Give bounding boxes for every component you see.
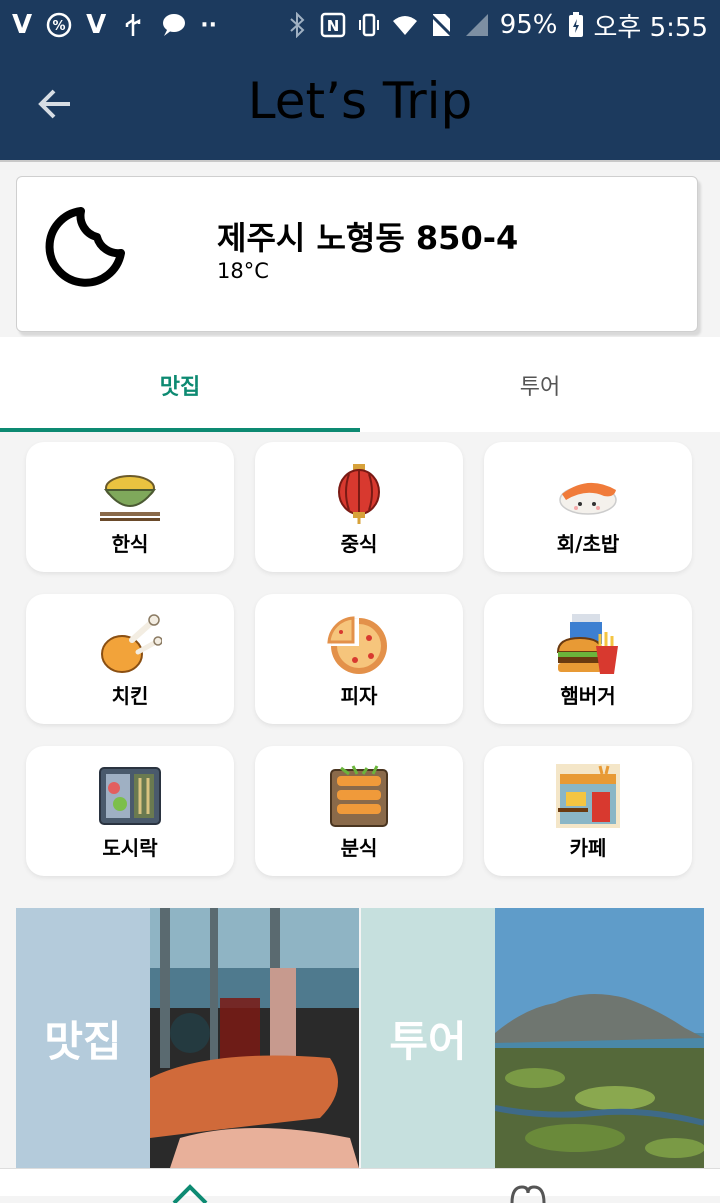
status-bar: V % V ·· N 95% 오후 5:55 bbox=[0, 0, 720, 50]
app-bar-divider bbox=[0, 160, 720, 162]
vibrate-icon bbox=[358, 13, 379, 37]
tab-indicator bbox=[0, 428, 360, 432]
restaurant-photo bbox=[150, 908, 359, 1168]
nfc-icon: N bbox=[320, 12, 345, 38]
lantern-icon bbox=[338, 464, 380, 524]
battery-percent: 95% bbox=[499, 10, 558, 40]
category-snack[interactable]: 분식 bbox=[255, 746, 463, 876]
category-chinese[interactable]: 중식 bbox=[255, 442, 463, 572]
skewer-icon bbox=[330, 765, 388, 827]
moon-icon bbox=[45, 207, 125, 287]
svg-text:%: % bbox=[53, 19, 66, 34]
weather-temperature: 18°C bbox=[217, 259, 269, 283]
pizza-icon bbox=[327, 616, 387, 674]
restaurant-banner-side: 맛집 bbox=[16, 908, 150, 1168]
lunchbox-icon bbox=[99, 767, 161, 825]
category-chicken[interactable]: 치킨 bbox=[26, 594, 234, 724]
tour-banner-label: 투어 bbox=[389, 1017, 467, 1066]
clock: 오후 5:55 bbox=[593, 12, 709, 43]
wifi-icon bbox=[392, 16, 417, 35]
more-dots-icon: ·· bbox=[200, 12, 217, 38]
svg-text:N: N bbox=[326, 17, 339, 35]
restaurant-banner[interactable]: 맛집 bbox=[16, 908, 359, 1168]
bluetooth-icon bbox=[290, 12, 305, 38]
tour-banner[interactable]: 투어 bbox=[361, 908, 704, 1168]
heart-icon[interactable] bbox=[508, 1183, 548, 1203]
category-label: 도시락 bbox=[102, 836, 158, 860]
category-lunchbox[interactable]: 도시락 bbox=[26, 746, 234, 876]
category-sushi[interactable]: 회/초밥 bbox=[484, 442, 692, 572]
category-label: 치킨 bbox=[111, 684, 149, 708]
app-bar: Let’s Trip bbox=[0, 50, 720, 160]
signal-icon bbox=[465, 14, 488, 36]
burger-icon bbox=[556, 614, 618, 674]
app-title: Let’s Trip bbox=[247, 72, 473, 130]
percent-icon: % bbox=[46, 12, 72, 38]
category-label: 카페 bbox=[569, 836, 607, 860]
category-burger[interactable]: 햄버거 bbox=[484, 594, 692, 724]
home-icon[interactable] bbox=[170, 1183, 210, 1203]
usb-icon bbox=[126, 14, 141, 36]
weather-location: 제주시 노형동 850-4 bbox=[217, 219, 519, 257]
no-sim-icon bbox=[428, 12, 453, 38]
cafe-icon bbox=[556, 764, 620, 828]
sushi-icon bbox=[559, 482, 617, 515]
battery-icon bbox=[568, 12, 583, 37]
tour-photo bbox=[495, 908, 704, 1168]
system-icons: N 95% 오후 5:55 bbox=[284, 7, 708, 44]
v3-icon: V bbox=[12, 10, 33, 40]
category-pizza[interactable]: 피자 bbox=[255, 594, 463, 724]
restaurant-banner-label: 맛집 bbox=[44, 1017, 122, 1066]
tab-restaurants[interactable]: 맛집 bbox=[0, 337, 360, 432]
tab-tour[interactable]: 투어 bbox=[360, 337, 720, 432]
category-label: 회/초밥 bbox=[556, 532, 620, 556]
chat-icon bbox=[163, 14, 186, 36]
category-label: 피자 bbox=[340, 684, 378, 708]
category-label: 분식 bbox=[340, 836, 378, 860]
rice-bowl-icon bbox=[100, 475, 160, 521]
chicken-icon bbox=[101, 614, 162, 673]
category-label: 햄버거 bbox=[560, 684, 616, 708]
category-korean[interactable]: 한식 bbox=[26, 442, 234, 572]
category-cafe[interactable]: 카페 bbox=[484, 746, 692, 876]
v3-icon: V bbox=[86, 10, 107, 40]
tour-banner-side: 투어 bbox=[361, 908, 495, 1168]
category-label: 중식 bbox=[340, 532, 378, 556]
tab-bar: 맛집 투어 bbox=[0, 337, 720, 432]
weather-card: 제주시 노형동 850-4 18°C bbox=[16, 176, 698, 332]
bottom-navigation bbox=[0, 1168, 720, 1203]
notification-icons: V % V ·· bbox=[12, 10, 217, 40]
category-label: 한식 bbox=[111, 532, 149, 556]
